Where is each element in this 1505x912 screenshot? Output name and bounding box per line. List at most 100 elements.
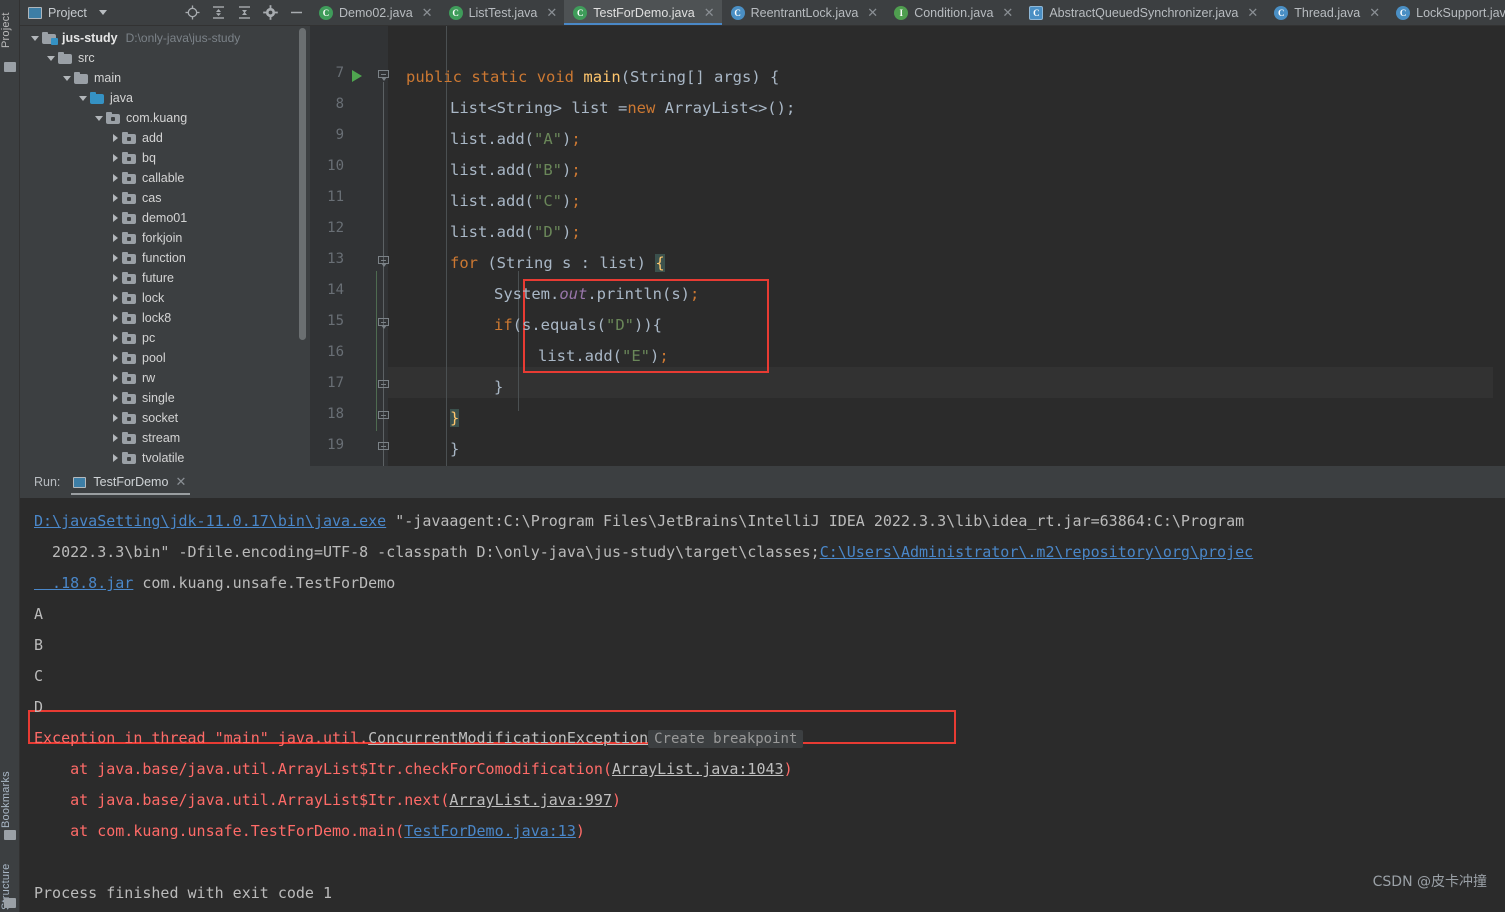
chevron-right-icon[interactable] — [110, 153, 121, 164]
tree-node-java[interactable]: java — [20, 88, 310, 108]
code-line-7[interactable]: public static void main(String[] args) { — [406, 62, 779, 93]
tree-node-callable[interactable]: callable — [20, 168, 310, 188]
tool-window-button-project[interactable]: Project — [0, 2, 20, 58]
tree-node-rw[interactable]: rw — [20, 368, 310, 388]
code-line-17[interactable]: } — [494, 372, 503, 403]
close-icon[interactable]: ✕ — [1002, 6, 1013, 19]
chevron-right-icon[interactable] — [110, 293, 121, 304]
code-line-15[interactable]: if(s.equals("D")){ — [494, 310, 662, 341]
close-icon[interactable]: ✕ — [175, 474, 186, 490]
tree-node-demo01[interactable]: demo01 — [20, 208, 310, 228]
locate-icon[interactable] — [185, 5, 200, 20]
tree-node-tvolatile[interactable]: tvolatile — [20, 448, 310, 466]
console-link[interactable]: C:\Users\Administrator\.m2\repository\or… — [820, 543, 1253, 561]
editor-tab-listtest-java[interactable]: C ListTest.java ✕ — [440, 0, 565, 25]
console-link[interactable]: TestForDemo.java:13 — [404, 822, 576, 840]
chevron-down-icon[interactable] — [98, 10, 107, 15]
tree-node-function[interactable]: function — [20, 248, 310, 268]
code-line-19[interactable]: } — [450, 434, 459, 465]
code-line-8[interactable]: List<String> list =new ArrayList<>(); — [450, 93, 795, 124]
close-icon[interactable]: ✕ — [1247, 6, 1258, 19]
expand-all-icon[interactable] — [211, 5, 226, 20]
chevron-down-icon[interactable] — [78, 93, 89, 104]
code-line-10[interactable]: list.add("B"); — [450, 155, 581, 186]
editor-scrollbar[interactable] — [1493, 26, 1505, 466]
gear-icon[interactable] — [263, 5, 278, 20]
chevron-right-icon[interactable] — [110, 453, 121, 464]
tree-node-cas[interactable]: cas — [20, 188, 310, 208]
tree-node-com-kuang[interactable]: com.kuang — [20, 108, 310, 128]
minimize-icon[interactable] — [289, 5, 304, 20]
collapse-all-icon[interactable] — [237, 5, 252, 20]
tree-node-stream[interactable]: stream — [20, 428, 310, 448]
console-link[interactable]: .18.8.jar — [34, 574, 133, 592]
editor-tab-reentrantlock-java[interactable]: C ReentrantLock.java ✕ — [722, 0, 886, 25]
tree-node-lock8[interactable]: lock8 — [20, 308, 310, 328]
editor-tab-abstractqueuedsynchronizer-java[interactable]: C AbstractQueuedSynchronizer.java ✕ — [1020, 0, 1265, 25]
tree-node-main[interactable]: main — [20, 68, 310, 88]
code-line-9[interactable]: list.add("A"); — [450, 124, 581, 155]
chevron-down-icon[interactable] — [62, 73, 73, 84]
console-link[interactable]: D:\javaSetting\jdk-11.0.17\bin\java.exe — [34, 512, 386, 530]
chevron-right-icon[interactable] — [110, 173, 121, 184]
java-class-icon: C — [1396, 5, 1411, 20]
chevron-right-icon[interactable] — [110, 433, 121, 444]
chevron-right-icon[interactable] — [110, 213, 121, 224]
code-line-16[interactable]: list.add("E"); — [538, 341, 669, 372]
tree-node-jus-study[interactable]: jus-study D:\only-java\jus-study — [20, 28, 310, 48]
run-tab-testfordemo[interactable]: TestForDemo ✕ — [69, 467, 192, 497]
chevron-right-icon[interactable] — [110, 393, 121, 404]
chevron-right-icon[interactable] — [110, 253, 121, 264]
code-token: "E" — [622, 347, 650, 365]
chevron-right-icon[interactable] — [110, 133, 121, 144]
chevron-right-icon[interactable] — [110, 353, 121, 364]
chevron-down-icon[interactable] — [94, 113, 105, 124]
run-method-icon[interactable] — [352, 70, 362, 82]
chevron-right-icon[interactable] — [110, 313, 121, 324]
chevron-down-icon[interactable] — [46, 53, 57, 64]
console-link[interactable]: ArrayList.java:1043 — [612, 760, 784, 778]
tree-node-forkjoin[interactable]: forkjoin — [20, 228, 310, 248]
chevron-right-icon[interactable] — [110, 413, 121, 424]
close-icon[interactable]: ✕ — [546, 6, 557, 19]
code-line-11[interactable]: list.add("C"); — [450, 186, 581, 217]
console-link[interactable]: ConcurrentModificationException — [368, 729, 648, 747]
tree-node-pc[interactable]: pc — [20, 328, 310, 348]
editor-tab-testfordemo-java[interactable]: C TestForDemo.java ✕ — [564, 0, 722, 25]
code-line-18[interactable]: } — [450, 403, 460, 434]
tree-node-future[interactable]: future — [20, 268, 310, 288]
project-tree[interactable]: jus-study D:\only-java\jus-study src main ja… — [20, 26, 310, 466]
code-token: list.add( — [450, 192, 534, 210]
editor-tab-locksupport-java[interactable]: CLockSupport.java✕ — [1387, 0, 1505, 25]
tree-node-add[interactable]: add — [20, 128, 310, 148]
chevron-down-icon[interactable] — [30, 33, 41, 44]
tool-window-button-bookmarks[interactable]: Bookmarks — [0, 748, 20, 828]
close-icon[interactable]: ✕ — [704, 6, 715, 19]
editor-tab-demo02-java[interactable]: C Demo02.java ✕ — [310, 0, 440, 25]
code-line-13[interactable]: for (String s : list) { — [450, 248, 665, 279]
tree-node-bq[interactable]: bq — [20, 148, 310, 168]
tree-node-pool[interactable]: pool — [20, 348, 310, 368]
console-output[interactable]: CSDN @皮卡冲撞 D:\javaSetting\jdk-11.0.17\bi… — [20, 498, 1505, 912]
chevron-right-icon[interactable] — [110, 273, 121, 284]
editor-tab-thread-java[interactable]: C Thread.java ✕ — [1265, 0, 1387, 25]
tree-node-src[interactable]: src — [20, 48, 310, 68]
tree-node-socket[interactable]: socket — [20, 408, 310, 428]
tree-node-lock[interactable]: lock — [20, 288, 310, 308]
code-line-12[interactable]: list.add("D"); — [450, 217, 581, 248]
close-icon[interactable]: ✕ — [422, 6, 433, 19]
code-editor[interactable]: 7891011121314151617181920 public static … — [310, 26, 1505, 466]
close-icon[interactable]: ✕ — [1369, 6, 1380, 19]
editor-tab-condition-java[interactable]: I Condition.java ✕ — [885, 0, 1020, 25]
console-link[interactable]: ArrayList.java:997 — [449, 791, 612, 809]
project-tree-scrollbar[interactable] — [299, 28, 306, 340]
chevron-right-icon[interactable] — [110, 233, 121, 244]
close-icon[interactable]: ✕ — [867, 6, 878, 19]
tree-node-single[interactable]: single — [20, 388, 310, 408]
code-line-14[interactable]: System.out.println(s); — [494, 279, 699, 310]
chevron-right-icon[interactable] — [110, 333, 121, 344]
create-breakpoint-badge[interactable]: Create breakpoint — [648, 730, 804, 748]
chevron-right-icon[interactable] — [110, 193, 121, 204]
java-class-icon: C — [573, 5, 588, 20]
chevron-right-icon[interactable] — [110, 373, 121, 384]
